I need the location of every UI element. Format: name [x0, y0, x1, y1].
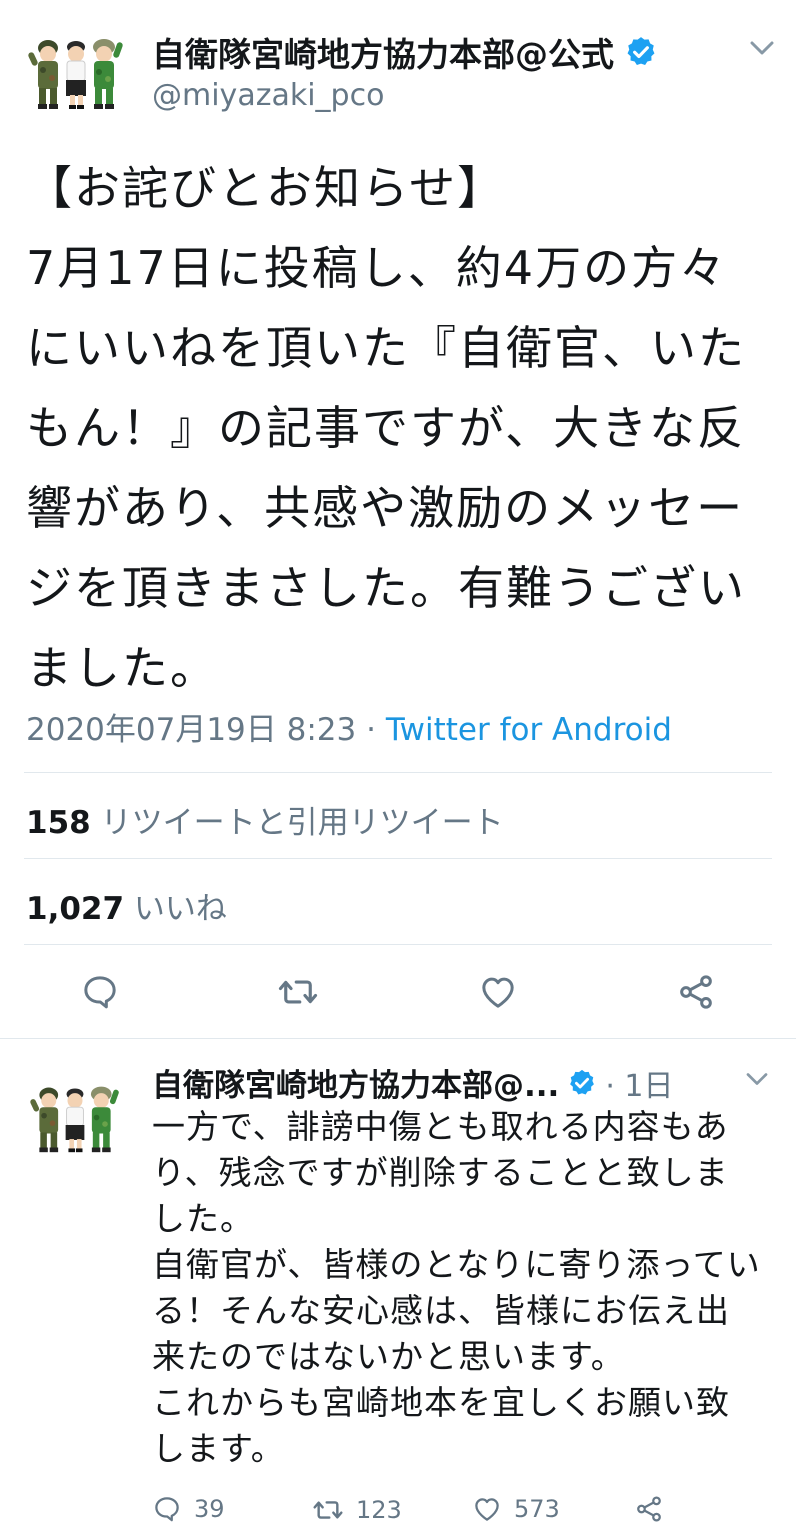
retweets-count: 158 — [26, 805, 91, 841]
divider — [24, 858, 772, 859]
reply-share-button[interactable] — [634, 1494, 664, 1524]
reply-icon — [84, 976, 116, 1009]
reply-time[interactable]: · 1日 — [605, 1061, 673, 1105]
reply-display-name[interactable]: 自衛隊宮崎地方協力本部@... — [152, 1060, 559, 1105]
retweet-icon — [313, 1501, 343, 1519]
display-name[interactable]: 自衛隊宮崎地方協力本部@公式 — [152, 28, 614, 76]
likes-label: いいね — [133, 891, 227, 927]
reply-button[interactable] — [76, 968, 124, 1016]
reply-like-button[interactable]: 573 — [472, 1494, 560, 1524]
retweets-stat[interactable]: 158 リツイートと引用リツイート — [26, 797, 504, 842]
handle[interactable]: @miyazaki_pco — [152, 78, 384, 113]
chevron-down-icon[interactable] — [744, 1070, 770, 1088]
heart-icon — [475, 1498, 499, 1521]
reply-count: 39 — [194, 1495, 225, 1523]
likes-stat[interactable]: 1,027 いいね — [26, 883, 227, 928]
tweet-meta: 2020年07月19日 8:23 · Twitter for Android — [26, 704, 672, 749]
likes-count: 1,027 — [26, 891, 125, 927]
reply-like-count: 573 — [514, 1495, 560, 1523]
share-button[interactable] — [672, 968, 720, 1016]
share-icon — [637, 1496, 661, 1522]
verified-badge-icon — [627, 37, 655, 66]
retweet-icon — [278, 980, 318, 1004]
meta-separator: · — [356, 712, 386, 748]
reply-retweet-button[interactable]: 123 — [312, 1494, 402, 1526]
like-button[interactable] — [474, 968, 522, 1016]
avatar[interactable] — [26, 32, 126, 112]
chevron-down-icon[interactable] — [748, 38, 776, 58]
reply-text: 一方で、誹謗中傷とも取れる内容もあり、残念ですが削除することと致しました。 自衛… — [152, 1107, 761, 1468]
divider — [0, 1038, 796, 1039]
reply-avatar[interactable] — [28, 1080, 122, 1155]
divider — [24, 772, 772, 773]
heart-icon — [482, 977, 514, 1008]
reply-icon — [155, 1497, 179, 1522]
timestamp[interactable]: 2020年07月19日 8:23 — [26, 712, 356, 748]
divider — [24, 944, 772, 945]
tweet-text: 【お詫びとお知らせ】 7月17日に投稿し、約4万の方々にいいねを頂いた『自衛官、… — [26, 161, 746, 695]
source-link[interactable]: Twitter for Android — [386, 712, 672, 748]
share-icon — [680, 975, 712, 1009]
retweets-label: リツイートと引用リツイート — [100, 805, 504, 841]
retweet-button[interactable] — [274, 968, 322, 1016]
reply-reply-button[interactable]: 39 — [152, 1494, 225, 1524]
verified-badge-icon — [570, 1069, 595, 1094]
reply-retweet-count: 123 — [356, 1496, 402, 1524]
